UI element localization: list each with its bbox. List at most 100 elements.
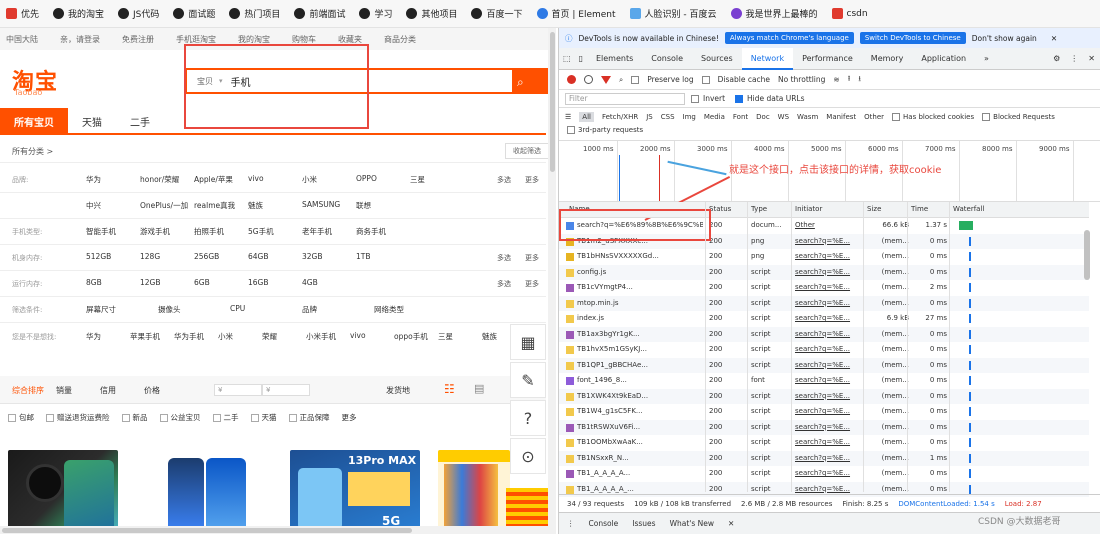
dont-show-button[interactable]: Don't show again	[972, 34, 1037, 43]
table-row[interactable]: TB1bHNsSVXXXXXGd... 200 png search?q=%E... (…	[559, 249, 1089, 265]
filter-option[interactable]: 16GB	[248, 278, 302, 287]
filter-option[interactable]: 4GB	[302, 278, 356, 287]
bookmark-item[interactable]: 学习	[359, 7, 392, 20]
table-row[interactable]: TB1_A_A_A_A... 200 script search?q=%E... (me…	[559, 466, 1089, 482]
table-row[interactable]: TB1tRSWXuV6Fi... 200 script search?q=%E... (…	[559, 419, 1089, 435]
blocked-cookies-option[interactable]: Has blocked cookies	[892, 113, 974, 121]
drawer-close-icon[interactable]: ✕	[728, 519, 734, 528]
related-option[interactable]: 苹果手机	[130, 331, 174, 342]
checkbox-box[interactable]	[159, 413, 168, 422]
hide-data-urls-checkbox[interactable]	[735, 95, 743, 103]
related-option[interactable]: 华为手机	[174, 331, 218, 342]
filter-option[interactable]: 品牌	[302, 304, 374, 315]
devtools-tab[interactable]: Network	[741, 47, 794, 70]
filter-option[interactable]: vivo	[248, 174, 302, 185]
filter-option[interactable]: 8GB	[86, 278, 140, 287]
product-image-4[interactable]	[438, 450, 510, 534]
filter-option[interactable]: honor/荣耀	[140, 174, 194, 185]
promo-banner[interactable]	[506, 488, 548, 528]
page-horizontal-scroll-thumb[interactable]	[2, 528, 412, 533]
close-devtools-icon[interactable]: ✕	[1082, 54, 1100, 63]
switch-chinese-button[interactable]: Switch DevTools to Chinese	[859, 32, 966, 44]
breadcrumb[interactable]: 所有分类 >	[12, 146, 53, 157]
devtools-tab[interactable]: Console	[642, 48, 692, 70]
table-row[interactable]: mtop.min.js 200 script search?q=%E... (mem..…	[559, 295, 1089, 311]
download-icon[interactable]: ⭳	[858, 73, 861, 86]
type-filter[interactable]: Font	[733, 113, 748, 121]
checkbox-box[interactable]	[250, 413, 259, 422]
filter-option[interactable]: Apple/苹果	[194, 174, 248, 185]
more-icon[interactable]: ⋮	[1066, 54, 1082, 63]
filter-option[interactable]: 小米	[302, 174, 356, 185]
filter-option[interactable]: 512GB	[86, 252, 140, 261]
table-row[interactable]: TB1W4_g1sC5FK... 200 script search?q=%E... (…	[559, 404, 1089, 420]
third-party-checkbox[interactable]	[567, 126, 575, 134]
sort-option[interactable]: 销量	[56, 385, 100, 396]
invert-filter-icon[interactable]: ☰	[565, 113, 571, 121]
drawer-tab-issues[interactable]: Issues	[632, 519, 655, 528]
bookmark-item[interactable]: 其他项目	[406, 7, 457, 20]
wifi-icon[interactable]: ≋	[833, 75, 839, 84]
bookmark-item[interactable]: 百度一下	[471, 7, 523, 20]
related-option[interactable]: 三星	[438, 331, 482, 342]
page-vertical-scroll-thumb[interactable]	[550, 32, 555, 172]
filter-option[interactable]: OnePlus/一加	[140, 200, 194, 211]
product-image-3[interactable]: 13Pro MAX 5G	[290, 450, 420, 534]
bookmark-item[interactable]: 我是世界上最棒的	[730, 7, 818, 20]
table-header-size[interactable]: Size	[867, 205, 881, 213]
bookmark-item[interactable]: 优先	[6, 7, 39, 20]
grid-icon[interactable]: ▦	[510, 324, 546, 360]
device-icon[interactable]: ▯	[575, 54, 587, 63]
more-button[interactable]: 更多	[525, 279, 539, 289]
match-language-button[interactable]: Always match Chrome's language	[724, 32, 854, 44]
filter-option[interactable]: 256GB	[194, 252, 248, 261]
filter-option[interactable]: 屏幕尺寸	[86, 304, 158, 315]
price-min-input[interactable]: ¥	[214, 384, 262, 396]
drawer-menu-icon[interactable]: ⋮	[567, 519, 575, 528]
filter-checkbox[interactable]: 公益宝贝	[159, 412, 201, 423]
filter-checkbox[interactable]: 二手	[212, 412, 239, 423]
devtools-tab[interactable]: Sources	[692, 48, 742, 70]
filter-option[interactable]: 华为	[86, 174, 140, 185]
table-row[interactable]: TB1hvX5m1GSyKJ... 200 script search?q=%E...…	[559, 342, 1089, 358]
checkbox-box[interactable]	[121, 413, 130, 422]
close-icon[interactable]: ✕	[1051, 34, 1057, 43]
table-header-waterfall[interactable]: Waterfall	[953, 205, 984, 213]
tab-secondhand[interactable]: 二手	[116, 108, 164, 134]
filter-option[interactable]: 摄像头	[158, 304, 230, 315]
filter-option[interactable]: 12GB	[140, 278, 194, 287]
inspect-icon[interactable]: ⬚	[559, 54, 575, 63]
grid-view-icon[interactable]: ☷	[444, 382, 455, 396]
list-view-icon[interactable]: ▤	[474, 382, 484, 395]
filter-option[interactable]: 魅族	[248, 200, 302, 211]
filter-option[interactable]: 5G手机	[248, 226, 302, 237]
topbar-link[interactable]: 我的淘宝	[238, 34, 270, 45]
bookmark-item[interactable]: 热门项目	[229, 7, 280, 20]
related-option[interactable]: 小米	[218, 331, 262, 342]
gear-icon[interactable]: ⚙	[1047, 54, 1066, 63]
table-header-type[interactable]: Type	[751, 205, 767, 213]
checkbox-box[interactable]	[8, 413, 16, 422]
blocked-requests-checkbox[interactable]	[982, 113, 991, 121]
type-filter[interactable]: Img	[683, 113, 696, 121]
more-button[interactable]: 更多	[525, 175, 539, 185]
price-max-input[interactable]: ¥	[262, 384, 310, 396]
ship-from-select[interactable]: 发货地	[386, 385, 410, 396]
drawer-tab-whatsnew[interactable]: What's New	[670, 519, 714, 528]
help-icon[interactable]: ?	[510, 400, 546, 436]
sort-option[interactable]: 价格	[144, 385, 188, 396]
filter-option[interactable]: 游戏手机	[140, 226, 194, 237]
topbar-link[interactable]: 收藏夹	[338, 34, 362, 45]
topbar-link[interactable]: 手机逛淘宝	[176, 34, 216, 45]
type-filter[interactable]: All	[579, 112, 594, 122]
table-header-status[interactable]: Status	[709, 205, 731, 213]
checkbox-box[interactable]	[46, 413, 54, 422]
table-header-time[interactable]: Time	[911, 205, 928, 213]
checkbox-box[interactable]	[212, 413, 221, 422]
checkbox-box[interactable]	[288, 413, 297, 422]
invert-checkbox[interactable]	[691, 95, 699, 103]
request-table-scrollbar[interactable]	[1084, 230, 1090, 280]
filter-option[interactable]: CPU	[230, 304, 302, 315]
topbar-link[interactable]: 免费注册	[122, 34, 154, 45]
related-option[interactable]: 荣耀	[262, 331, 306, 342]
